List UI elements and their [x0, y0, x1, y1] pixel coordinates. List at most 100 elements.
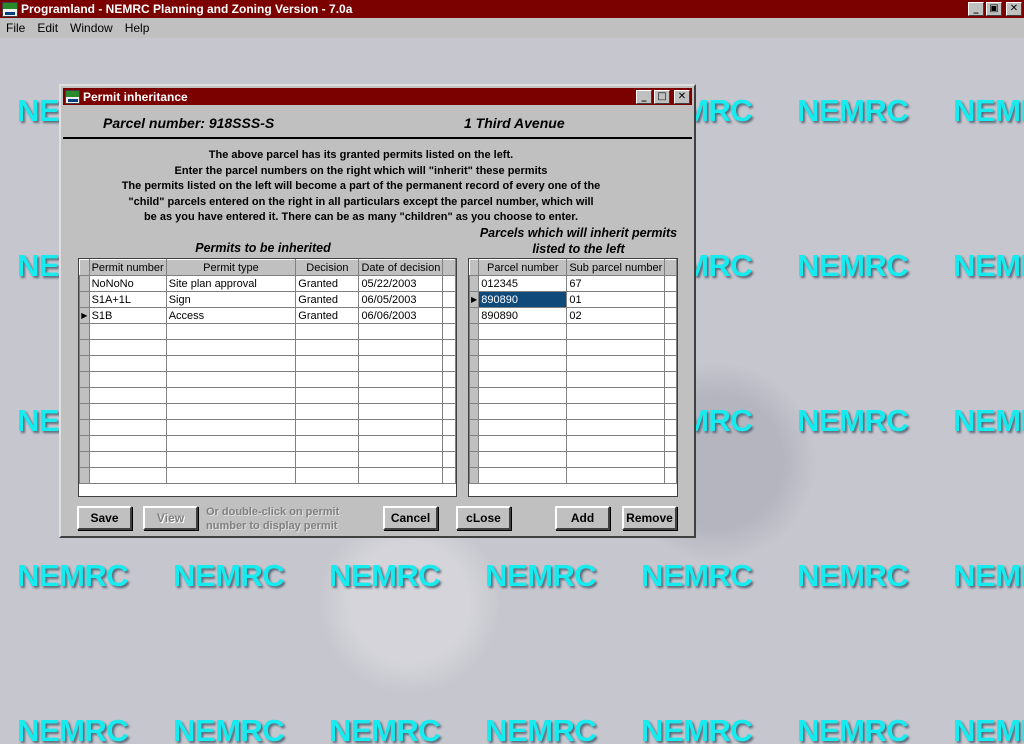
cell-date-of-decision[interactable]: 06/05/2003	[358, 291, 444, 308]
cell-parcel-number[interactable]	[478, 403, 568, 420]
row-selector[interactable]	[79, 419, 90, 436]
cell-parcel-number[interactable]	[478, 371, 568, 388]
parcels-row[interactable]	[469, 387, 677, 404]
permits-row[interactable]	[79, 323, 456, 340]
cell-permit-type[interactable]	[165, 467, 297, 484]
cell-parcel-number[interactable]	[478, 387, 568, 404]
permits-row[interactable]	[79, 435, 456, 452]
cell-decision[interactable]	[295, 435, 360, 452]
row-selector[interactable]	[469, 403, 480, 420]
cell-decision[interactable]	[295, 451, 360, 468]
cell-permit-number[interactable]	[88, 339, 167, 356]
cell-date-of-decision[interactable]	[358, 451, 444, 468]
row-selector[interactable]	[79, 355, 90, 372]
row-selector[interactable]: ▶	[469, 291, 480, 308]
cell-decision[interactable]	[295, 339, 360, 356]
app-icon[interactable]	[2, 1, 18, 17]
cell-permit-type[interactable]	[165, 339, 297, 356]
dialog-icon[interactable]	[65, 89, 80, 104]
row-selector[interactable]	[79, 323, 90, 340]
cell-parcel-number[interactable]	[478, 451, 568, 468]
close-button[interactable]: cLose	[456, 506, 511, 530]
cell-parcel-number[interactable]	[478, 355, 568, 372]
row-selector[interactable]	[79, 387, 90, 404]
cell-sub-parcel-number[interactable]: 01	[566, 291, 666, 308]
row-selector[interactable]	[469, 275, 480, 292]
cell-permit-type[interactable]	[165, 403, 297, 420]
row-selector[interactable]	[79, 467, 90, 484]
parcels-row[interactable]	[469, 403, 677, 420]
cell-date-of-decision[interactable]	[358, 371, 444, 388]
cell-decision[interactable]	[295, 355, 360, 372]
col-header-permit-type[interactable]: Permit type	[165, 259, 297, 276]
cell-decision[interactable]	[295, 387, 360, 404]
cell-date-of-decision[interactable]: 05/22/2003	[358, 275, 444, 292]
cell-permit-type[interactable]: Site plan approval	[165, 275, 297, 292]
cell-decision[interactable]: Granted	[295, 307, 360, 324]
dialog-close-button[interactable]: ✕	[674, 89, 690, 104]
cell-date-of-decision[interactable]	[358, 339, 444, 356]
dialog-maximize-button[interactable]: □	[654, 89, 670, 104]
cell-parcel-number[interactable]: 890890	[478, 307, 568, 324]
cell-permit-number[interactable]	[88, 387, 167, 404]
parcels-row[interactable]	[469, 323, 677, 340]
app-close-button[interactable]: ✕	[1006, 2, 1022, 16]
cell-permit-type[interactable]	[165, 371, 297, 388]
cell-permit-number[interactable]	[88, 323, 167, 340]
remove-button[interactable]: Remove	[622, 506, 677, 530]
cell-date-of-decision[interactable]	[358, 467, 444, 484]
cell-permit-number[interactable]	[88, 467, 167, 484]
row-selector[interactable]	[469, 355, 480, 372]
cell-date-of-decision[interactable]	[358, 355, 444, 372]
cell-parcel-number[interactable]	[478, 467, 568, 484]
row-selector[interactable]	[469, 451, 480, 468]
permits-row[interactable]	[79, 339, 456, 356]
cell-permit-type[interactable]: Access	[165, 307, 297, 324]
row-selector[interactable]	[79, 403, 90, 420]
row-selector[interactable]	[469, 435, 480, 452]
parcels-row[interactable]: 890890 02	[469, 307, 677, 324]
cell-sub-parcel-number[interactable]	[566, 451, 666, 468]
menu-file[interactable]: File	[0, 21, 31, 35]
menu-help[interactable]: Help	[119, 21, 156, 35]
cancel-button[interactable]: Cancel	[383, 506, 438, 530]
parcels-row[interactable]	[469, 451, 677, 468]
cell-permit-number[interactable]	[88, 403, 167, 420]
cell-permit-number[interactable]: NoNoNo	[88, 275, 167, 292]
cell-permit-type[interactable]	[165, 451, 297, 468]
cell-decision[interactable]: Granted	[295, 291, 360, 308]
row-selector[interactable]	[79, 451, 90, 468]
cell-sub-parcel-number[interactable]: 67	[566, 275, 666, 292]
cell-sub-parcel-number[interactable]	[566, 355, 666, 372]
cell-date-of-decision[interactable]	[358, 435, 444, 452]
cell-sub-parcel-number[interactable]	[566, 419, 666, 436]
cell-parcel-number[interactable]	[478, 323, 568, 340]
row-selector[interactable]	[469, 339, 480, 356]
cell-decision[interactable]	[295, 403, 360, 420]
save-button[interactable]: Save	[77, 506, 132, 530]
cell-date-of-decision[interactable]	[358, 419, 444, 436]
cell-date-of-decision[interactable]: 06/06/2003	[358, 307, 444, 324]
cell-permit-type[interactable]	[165, 355, 297, 372]
cell-sub-parcel-number[interactable]	[566, 323, 666, 340]
permits-row[interactable]	[79, 451, 456, 468]
row-selector[interactable]	[79, 291, 90, 308]
permits-row[interactable]	[79, 355, 456, 372]
cell-permit-number[interactable]	[88, 435, 167, 452]
row-selector[interactable]	[79, 275, 90, 292]
menu-edit[interactable]: Edit	[31, 21, 64, 35]
row-selector[interactable]	[79, 435, 90, 452]
row-selector[interactable]	[79, 371, 90, 388]
permits-row[interactable]	[79, 387, 456, 404]
cell-decision[interactable]	[295, 323, 360, 340]
cell-sub-parcel-number[interactable]	[566, 403, 666, 420]
col-header-decision[interactable]: Decision	[295, 259, 360, 276]
cell-sub-parcel-number[interactable]	[566, 339, 666, 356]
cell-permit-type[interactable]	[165, 323, 297, 340]
cell-sub-parcel-number[interactable]: 02	[566, 307, 666, 324]
row-selector[interactable]	[79, 339, 90, 356]
cell-decision[interactable]	[295, 371, 360, 388]
row-selector[interactable]: ▶	[79, 307, 90, 324]
cell-date-of-decision[interactable]	[358, 403, 444, 420]
cell-permit-number[interactable]: S1B	[88, 307, 167, 324]
